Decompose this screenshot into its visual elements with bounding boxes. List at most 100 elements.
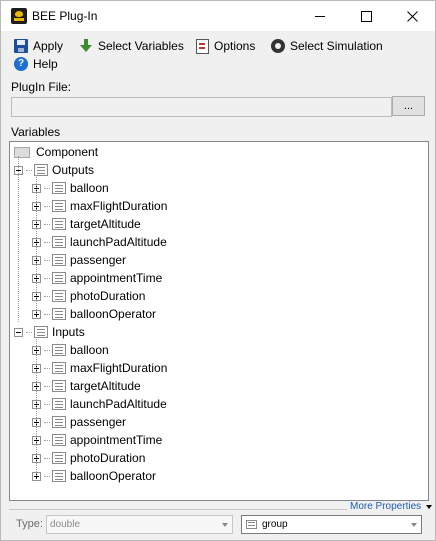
tree-connector (44, 421, 50, 423)
more-properties-label: More Properties (350, 501, 422, 512)
separator (9, 509, 347, 510)
options-button[interactable]: Options (196, 37, 255, 55)
tree-item[interactable]: maxFlightDuration (32, 359, 167, 377)
tree-connector (44, 403, 50, 405)
maximize-button[interactable] (343, 1, 389, 31)
variable-icon (52, 290, 66, 302)
tree-item-label: appointmentTime (70, 271, 163, 285)
browse-button[interactable]: ... (392, 96, 425, 116)
variable-icon (52, 344, 66, 356)
group-select[interactable]: group (241, 515, 422, 534)
tree-connector (44, 295, 50, 297)
minimize-button[interactable] (297, 1, 343, 31)
tree-connector (44, 439, 50, 441)
tree-connector (44, 313, 50, 315)
chevron-down-icon (217, 516, 232, 533)
tree-connector (44, 259, 50, 261)
tree-item[interactable]: balloon (32, 341, 109, 359)
help-icon: ? (14, 57, 28, 71)
collapse-icon[interactable] (14, 327, 23, 337)
apply-label: Apply (33, 39, 64, 53)
tree-item[interactable]: balloon (32, 179, 109, 197)
tree-item[interactable]: appointmentTime (32, 431, 162, 449)
tree-item[interactable]: launchPadAltitude (32, 233, 167, 251)
tree-item-label: passenger (70, 253, 127, 267)
tree-connector (44, 223, 50, 225)
tree-item[interactable]: launchPadAltitude (32, 395, 167, 413)
type-value: double (50, 519, 81, 530)
select-simulation-button[interactable]: Select Simulation (271, 37, 383, 55)
variable-icon (52, 272, 66, 284)
tree-item-label: targetAltitude (70, 379, 141, 393)
variable-icon (52, 182, 66, 194)
select-variables-button[interactable]: Select Variables (79, 37, 184, 55)
close-button[interactable] (389, 1, 435, 31)
tree-connector (44, 205, 50, 207)
chevron-down-icon (426, 504, 433, 509)
toolbar: Apply Select Variables Options Select Si… (1, 35, 435, 73)
variable-icon (52, 434, 66, 446)
tree-item-label: balloon (70, 181, 109, 195)
tree-guide-line (36, 337, 37, 476)
tree-item[interactable]: photoDuration (32, 287, 145, 305)
variables-tree[interactable]: Component Outputs balloon maxFlightDuratio… (9, 141, 429, 501)
tree-item[interactable]: appointmentTime (32, 269, 162, 287)
variable-icon (52, 254, 66, 266)
group-icon (246, 520, 257, 529)
apply-button[interactable]: Apply (14, 37, 63, 55)
tree-connector (44, 277, 50, 279)
group-value: group (262, 519, 288, 530)
variable-icon (52, 452, 66, 464)
variable-icon (52, 200, 66, 212)
select-variables-label: Select Variables (98, 39, 184, 53)
plugin-file-input[interactable] (11, 97, 392, 117)
type-label: Type: (16, 518, 43, 530)
tree-item[interactable]: targetAltitude (32, 215, 141, 233)
tree-item-label: maxFlightDuration (70, 361, 168, 375)
tree-item-label: balloonOperator (70, 307, 157, 321)
tree-item[interactable]: balloonOperator (32, 467, 156, 485)
tree-connector (44, 475, 50, 477)
tree-item-label: appointmentTime (70, 433, 163, 447)
tree-item[interactable]: passenger (32, 251, 126, 269)
gear-icon (271, 39, 285, 53)
component-icon (14, 146, 30, 158)
type-select[interactable]: double (46, 515, 233, 534)
plugin-file-label: PlugIn File: (11, 80, 72, 94)
tree-item[interactable]: passenger (32, 413, 126, 431)
tree-group-label: Outputs (52, 163, 95, 177)
variable-icon (52, 470, 66, 482)
tree-item[interactable]: photoDuration (32, 449, 145, 467)
bee-app-icon (11, 8, 27, 24)
plugin-window: BEE Plug-In Apply Select Variables Optio… (0, 0, 436, 541)
select-simulation-label: Select Simulation (290, 39, 383, 53)
window-title: BEE Plug-In (32, 9, 98, 23)
tree-guide-line (18, 156, 19, 322)
chevron-down-icon (406, 516, 421, 533)
tree-item-label: photoDuration (70, 451, 146, 465)
tree-item[interactable]: balloonOperator (32, 305, 156, 323)
tree-item-label: passenger (70, 415, 127, 429)
tree-group-inputs[interactable]: Inputs (14, 323, 85, 341)
variable-icon (52, 308, 66, 320)
tree-item[interactable]: maxFlightDuration (32, 197, 167, 215)
maximize-icon (360, 10, 372, 22)
tree-item-label: launchPadAltitude (70, 235, 167, 249)
help-button[interactable]: ? Help (14, 55, 58, 73)
more-properties-link[interactable]: More Properties (350, 501, 433, 512)
tree-connector (44, 457, 50, 459)
tree-guide-line (36, 175, 37, 314)
tree-node-component[interactable]: Component (14, 143, 98, 161)
variable-icon (52, 398, 66, 410)
tree-item[interactable]: targetAltitude (32, 377, 141, 395)
tree-item-label: maxFlightDuration (70, 199, 168, 213)
options-label: Options (214, 39, 256, 53)
tree-connector (44, 367, 50, 369)
close-icon (406, 10, 418, 22)
tree-group-outputs[interactable]: Outputs (14, 161, 94, 179)
tree-connector (44, 349, 50, 351)
tree-item-label: launchPadAltitude (70, 397, 167, 411)
tree-item-label: photoDuration (70, 289, 146, 303)
tree-connector (44, 241, 50, 243)
variable-icon (52, 416, 66, 428)
